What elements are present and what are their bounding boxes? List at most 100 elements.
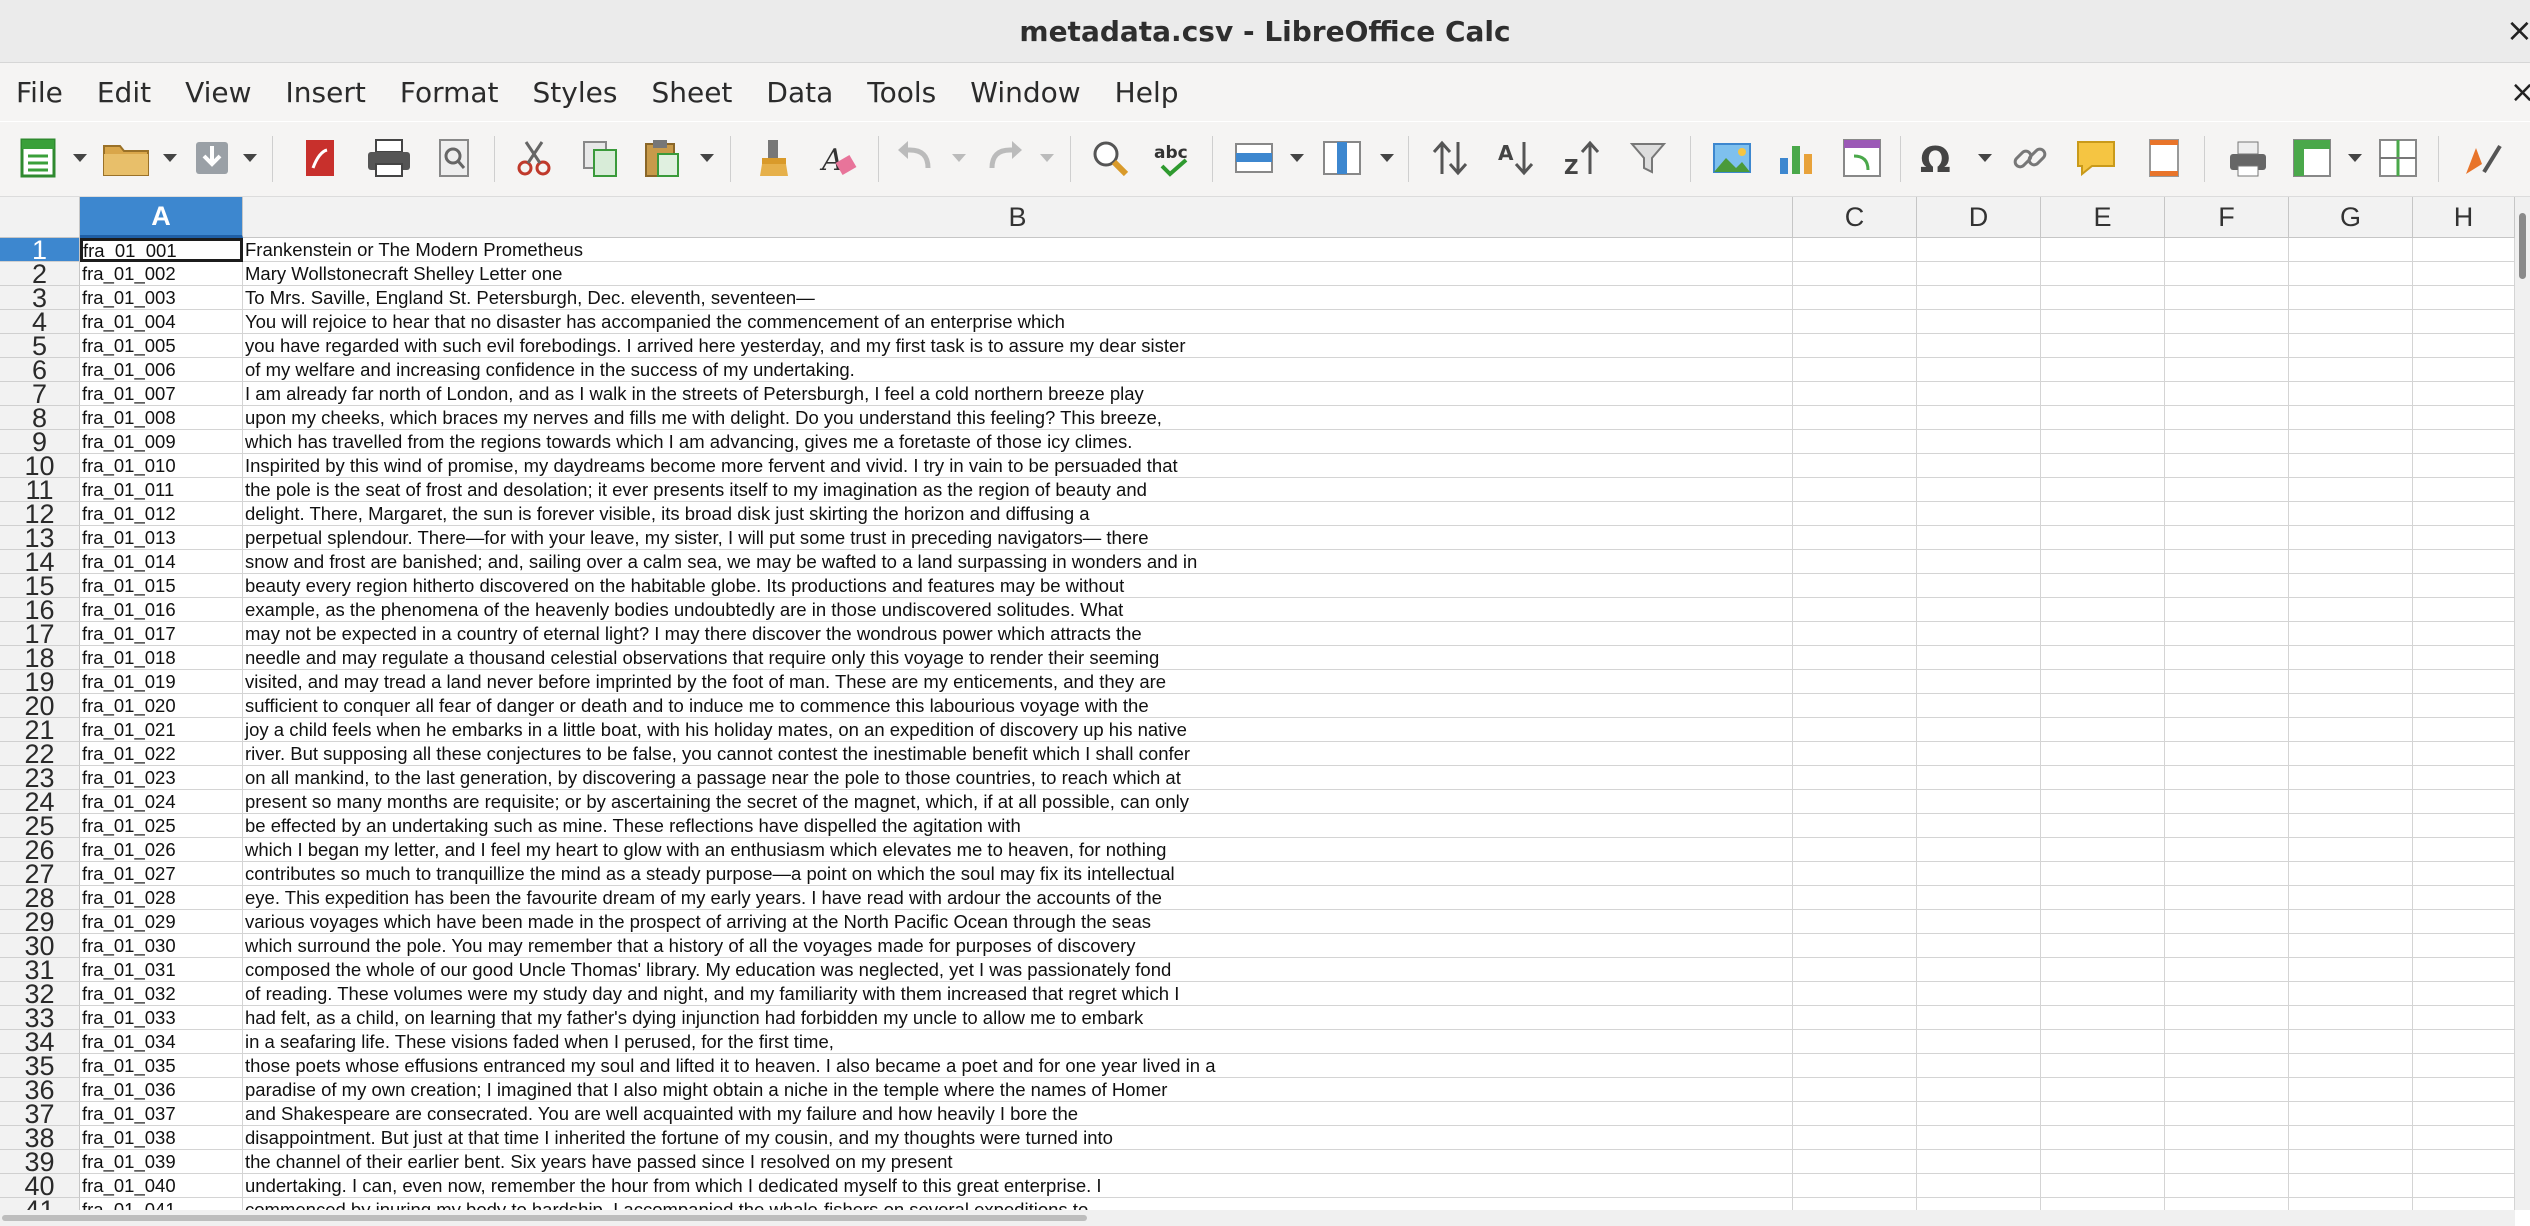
cell-f[interactable] [2165, 262, 2289, 286]
cell-f[interactable] [2165, 670, 2289, 694]
cell-g[interactable] [2289, 814, 2413, 838]
cell-g[interactable] [2289, 934, 2413, 958]
cell-e[interactable] [2041, 1006, 2165, 1030]
cell-d[interactable] [1917, 310, 2041, 334]
cell-b[interactable]: composed the whole of our good Uncle Tho… [243, 958, 1793, 982]
cell-h[interactable] [2413, 238, 2515, 262]
cell-a[interactable]: fra_01_036 [80, 1078, 243, 1102]
cell-b[interactable]: needle and may regulate a thousand celes… [243, 646, 1793, 670]
cell-b[interactable]: Frankenstein or The Modern Prometheus [243, 238, 1793, 262]
cell-b[interactable]: which I began my letter, and I feel my h… [243, 838, 1793, 862]
cell-b[interactable]: disappointment. But just at that time I … [243, 1126, 1793, 1150]
cell-a[interactable]: fra_01_034 [80, 1030, 243, 1054]
cell-f[interactable] [2165, 334, 2289, 358]
menu-data[interactable]: Data [749, 76, 850, 109]
cell-e[interactable] [2041, 1150, 2165, 1174]
row-header[interactable]: 41 [0, 1197, 80, 1210]
cell-f[interactable] [2165, 430, 2289, 454]
cell-a[interactable]: fra_01_015 [80, 574, 243, 598]
new-spreadsheet-icon[interactable] [16, 136, 60, 180]
cell-b[interactable]: example, as the phenomena of the heavenl… [243, 598, 1793, 622]
cell-c[interactable] [1793, 1198, 1917, 1210]
cell-c[interactable] [1793, 670, 1917, 694]
horizontal-scroll-thumb[interactable] [2, 1215, 1087, 1221]
cell-c[interactable] [1793, 454, 1917, 478]
cell-g[interactable] [2289, 742, 2413, 766]
cell-c[interactable] [1793, 934, 1917, 958]
cell-a[interactable]: fra_01_038 [80, 1126, 243, 1150]
menu-sheet[interactable]: Sheet [634, 76, 749, 109]
cell-b[interactable]: perpetual splendour. There—for with your… [243, 526, 1793, 550]
cell-f[interactable] [2165, 574, 2289, 598]
open-folder-icon[interactable] [100, 136, 154, 180]
cell-c[interactable] [1793, 982, 1917, 1006]
cell-b[interactable]: undertaking. I can, even now, remember t… [243, 1174, 1793, 1198]
cell-b[interactable]: various voyages which have been made in … [243, 910, 1793, 934]
cell-f[interactable] [2165, 814, 2289, 838]
cell-c[interactable] [1793, 286, 1917, 310]
new-dropdown-arrow[interactable] [73, 154, 87, 162]
find-replace-icon[interactable] [1088, 136, 1132, 180]
cell-e[interactable] [2041, 982, 2165, 1006]
cell-e[interactable] [2041, 574, 2165, 598]
cell-g[interactable] [2289, 238, 2413, 262]
row-dropdown-arrow[interactable] [1290, 154, 1304, 162]
cell-e[interactable] [2041, 454, 2165, 478]
cell-h[interactable] [2413, 910, 2515, 934]
cell-g[interactable] [2289, 718, 2413, 742]
cell-b[interactable]: eye. This expedition has been the favour… [243, 886, 1793, 910]
cell-d[interactable] [1917, 1174, 2041, 1198]
save-dropdown-arrow[interactable] [243, 154, 257, 162]
cell-a[interactable]: fra_01_010 [80, 454, 243, 478]
cell-a[interactable]: fra_01_001 [80, 238, 243, 262]
redo-icon[interactable] [982, 136, 1026, 180]
menu-insert[interactable]: Insert [269, 76, 383, 109]
cell-e[interactable] [2041, 718, 2165, 742]
cell-b[interactable]: beauty every region hitherto discovered … [243, 574, 1793, 598]
cell-c[interactable] [1793, 526, 1917, 550]
cell-a[interactable]: fra_01_025 [80, 814, 243, 838]
cell-d[interactable] [1917, 934, 2041, 958]
cell-d[interactable] [1917, 814, 2041, 838]
vertical-scroll-thumb[interactable] [2519, 213, 2526, 279]
cell-h[interactable] [2413, 550, 2515, 574]
cell-d[interactable] [1917, 262, 2041, 286]
cell-g[interactable] [2289, 526, 2413, 550]
save-icon[interactable] [190, 136, 234, 180]
window-close-button[interactable]: × [2506, 10, 2530, 50]
menu-styles[interactable]: Styles [516, 76, 635, 109]
cell-d[interactable] [1917, 670, 2041, 694]
cell-e[interactable] [2041, 646, 2165, 670]
cell-f[interactable] [2165, 694, 2289, 718]
freeze-dropdown-arrow[interactable] [2348, 154, 2362, 162]
cell-g[interactable] [2289, 598, 2413, 622]
cell-c[interactable] [1793, 622, 1917, 646]
cell-c[interactable] [1793, 1150, 1917, 1174]
cell-c[interactable] [1793, 814, 1917, 838]
cell-d[interactable] [1917, 910, 2041, 934]
cell-g[interactable] [2289, 1126, 2413, 1150]
cell-g[interactable] [2289, 1198, 2413, 1210]
export-pdf-icon[interactable] [298, 136, 342, 180]
cell-h[interactable] [2413, 310, 2515, 334]
cell-e[interactable] [2041, 238, 2165, 262]
cell-g[interactable] [2289, 550, 2413, 574]
cell-f[interactable] [2165, 310, 2289, 334]
cell-g[interactable] [2289, 862, 2413, 886]
pivot-table-icon[interactable] [1840, 136, 1884, 180]
cell-h[interactable] [2413, 982, 2515, 1006]
cell-a[interactable]: fra_01_039 [80, 1150, 243, 1174]
cell-d[interactable] [1917, 622, 2041, 646]
cell-d[interactable] [1917, 574, 2041, 598]
cell-h[interactable] [2413, 502, 2515, 526]
cell-c[interactable] [1793, 310, 1917, 334]
undo-dropdown-arrow[interactable] [952, 154, 966, 162]
cell-f[interactable] [2165, 502, 2289, 526]
cell-f[interactable] [2165, 358, 2289, 382]
cell-h[interactable] [2413, 454, 2515, 478]
cell-d[interactable] [1917, 958, 2041, 982]
menu-edit[interactable]: Edit [80, 76, 168, 109]
cell-h[interactable] [2413, 742, 2515, 766]
cell-f[interactable] [2165, 934, 2289, 958]
cell-g[interactable] [2289, 358, 2413, 382]
